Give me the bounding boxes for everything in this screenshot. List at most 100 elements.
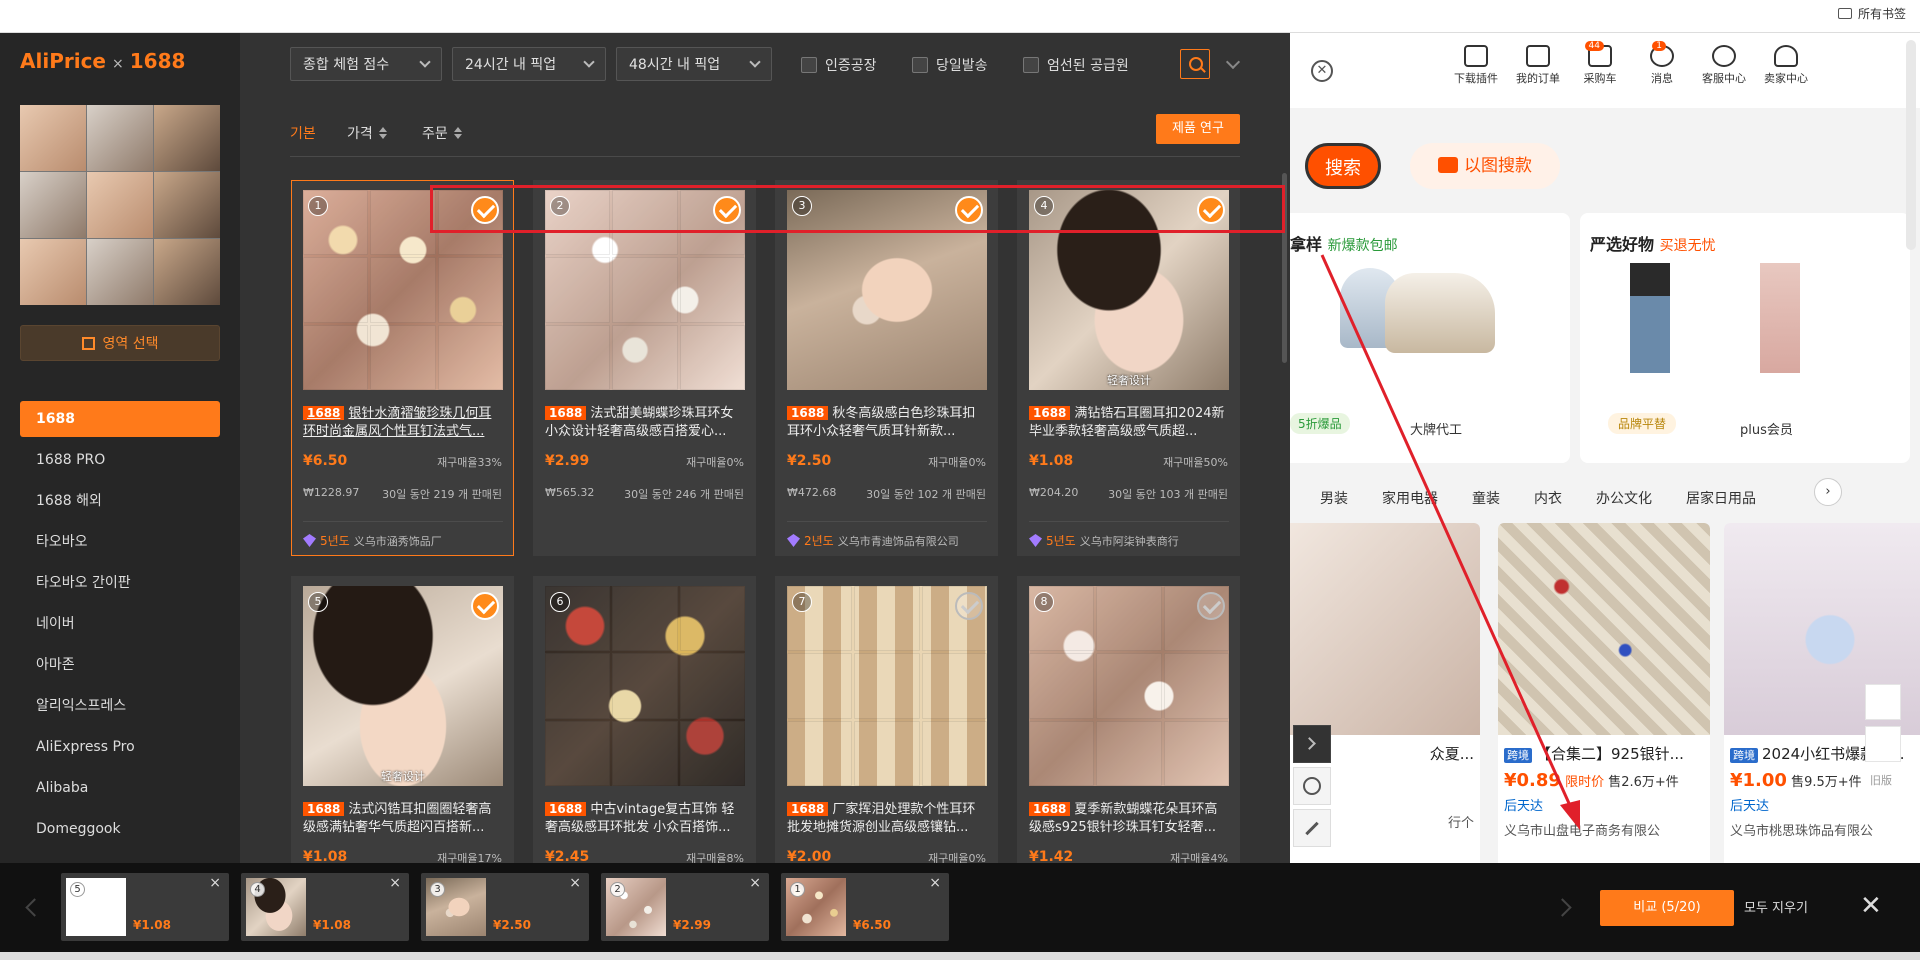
category-next-icon[interactable]: › bbox=[1814, 478, 1842, 506]
sort-orders[interactable]: 주문 bbox=[422, 123, 462, 143]
product-research-button[interactable]: 제품 연구 bbox=[1156, 114, 1240, 144]
unselected-check-icon[interactable] bbox=[955, 592, 983, 620]
platform-taobao[interactable]: 타오바오 bbox=[20, 524, 220, 565]
product-shop[interactable]: 5년도 义乌市阿柒钟表商行 bbox=[1029, 521, 1229, 549]
product-card-2[interactable]: 2 1688 法式甜美蝴蝶珍珠耳环女小众设计轻奢高级感百搭爱心... ¥2.99 … bbox=[533, 180, 756, 556]
bg-product-price: ¥0.89 bbox=[1504, 770, 1561, 791]
product-image[interactable]: 轻奢设计 bbox=[303, 586, 503, 786]
compare-slot-1[interactable]: 4 ¥1.08 × bbox=[241, 873, 409, 941]
platform-aliexpress-pro[interactable]: AliExpress Pro bbox=[20, 729, 220, 770]
filter-same-day-shipping[interactable]: 당일발송 bbox=[912, 55, 988, 75]
product-image[interactable] bbox=[545, 586, 745, 786]
chat-icon[interactable] bbox=[1293, 767, 1331, 805]
platform-alibaba[interactable]: Alibaba bbox=[20, 770, 220, 811]
header-link-seller[interactable]: 卖家中心 bbox=[1755, 45, 1817, 86]
old-version-link[interactable]: 旧版 bbox=[1870, 772, 1892, 788]
category-3[interactable]: 内衣 bbox=[1534, 488, 1562, 508]
product-title[interactable]: 1688 夏季新款蝴蝶花朵耳环高级感s925银针珍珠耳钉女轻奢... bbox=[1029, 800, 1229, 836]
product-title[interactable]: 1688 厂家挥泪处理款个性耳环批发地摊货源创业高级感镶钻... bbox=[787, 800, 987, 836]
header-link-orders[interactable]: 我的订单 bbox=[1507, 45, 1569, 86]
compare-slot-index: 2 bbox=[610, 882, 625, 897]
region-select-button[interactable]: 영역 선택 bbox=[20, 325, 220, 361]
platform-naver[interactable]: 네이버 bbox=[20, 606, 220, 647]
platform-1688-pro[interactable]: 1688 PRO bbox=[20, 442, 220, 483]
annotation-box bbox=[430, 185, 1285, 233]
bg-product-card-1[interactable]: 跨境 【合集二】925银针... ¥0.89 限时价 售2.6万+件 后天达 义乌… bbox=[1498, 523, 1710, 883]
product-title[interactable]: 1688 银针水滴褶皱珍珠几何耳环时尚金属风个性耳钉法式气... bbox=[303, 404, 503, 440]
filter-certified-factory[interactable]: 인증공장 bbox=[801, 55, 877, 75]
sort-dropdown[interactable]: 종합 체험 점수 bbox=[290, 47, 442, 81]
product-card-6[interactable]: 6 1688 中古vintage复古耳饰 轻奢高级感耳环批发 小众百搭饰... ¥… bbox=[533, 576, 756, 876]
header-link-service[interactable]: 客服中心 bbox=[1693, 45, 1755, 86]
image-search-button[interactable]: 以图搜款 bbox=[1410, 143, 1560, 189]
filter-search-icon[interactable] bbox=[1180, 49, 1210, 79]
product-title[interactable]: 1688 满钻锆石耳圈耳扣2024新毕业季款轻奢高级感气质超... bbox=[1029, 404, 1229, 440]
site-search-button[interactable]: 搜索 bbox=[1305, 143, 1381, 189]
selected-check-icon[interactable] bbox=[471, 592, 499, 620]
product-card-4[interactable]: 轻奢设计 4 1688 满钻锆石耳圈耳扣2024新毕业季款轻奢高级感气质超... … bbox=[1017, 180, 1240, 556]
category-1[interactable]: 家用电器 bbox=[1382, 488, 1438, 508]
unselected-check-icon[interactable] bbox=[1197, 592, 1225, 620]
pen-icon[interactable] bbox=[1293, 809, 1331, 847]
product-shop[interactable]: 2년도 义乌市青迪饰品有限公司 bbox=[787, 521, 987, 549]
chevron-down-icon bbox=[749, 56, 761, 68]
product-image[interactable] bbox=[787, 586, 987, 786]
compare-button[interactable]: 비교 (5/20) bbox=[1600, 890, 1734, 926]
product-card-1[interactable]: 1 1688 银针水滴褶皱珍珠几何耳环时尚金属风个性耳钉法式气... ¥6.50 … bbox=[291, 180, 514, 556]
chevron-right-icon[interactable] bbox=[1293, 725, 1331, 763]
compare-slot-3[interactable]: 2 ¥2.99 × bbox=[601, 873, 769, 941]
category-0[interactable]: 男装 bbox=[1320, 488, 1348, 508]
category-4[interactable]: 办公文化 bbox=[1596, 488, 1652, 508]
clear-all-button[interactable]: 모두 지우기 bbox=[1744, 897, 1808, 916]
edit-tool-icon[interactable] bbox=[1865, 726, 1901, 762]
bookmark-folder[interactable]: 所有书签 bbox=[1837, 5, 1906, 22]
product-title[interactable]: 1688 法式闪锆耳扣圈圈轻奢高级感满钻奢华气质超闪百搭新... bbox=[303, 800, 503, 836]
close-compare-icon[interactable]: ✕ bbox=[1860, 893, 1882, 919]
sort-price[interactable]: 가격 bbox=[347, 123, 387, 143]
platform-amazon[interactable]: 아마존 bbox=[20, 647, 220, 688]
jeans-image[interactable] bbox=[1630, 263, 1670, 373]
remove-icon[interactable]: × bbox=[749, 875, 761, 891]
header-link-cart[interactable]: 44 采购车 bbox=[1569, 41, 1631, 86]
product-card-5[interactable]: 轻奢设计 5 1688 法式闪锆耳扣圈圈轻奢高级感满钻奢华气质超闪百搭新... ¥… bbox=[291, 576, 514, 876]
expand-filters-icon[interactable] bbox=[1225, 54, 1241, 70]
dress-image[interactable] bbox=[1760, 263, 1800, 373]
compare-next-icon[interactable] bbox=[1553, 898, 1572, 917]
product-card-7[interactable]: 7 1688 厂家挥泪处理款个性耳环批发地摊货源创业高级感镶钻... ¥2.00 … bbox=[775, 576, 998, 876]
page-scrollbar[interactable] bbox=[1906, 40, 1916, 250]
compare-slot-4[interactable]: 1 ¥6.50 × bbox=[781, 873, 949, 941]
note-tool-icon[interactable] bbox=[1865, 684, 1901, 720]
checkbox-icon bbox=[801, 57, 817, 73]
product-title[interactable]: 1688 中古vintage复古耳饰 轻奢高级感耳环批发 小众百搭饰... bbox=[545, 800, 745, 836]
sort-default[interactable]: 기본 bbox=[290, 123, 316, 143]
filter-selected-suppliers[interactable]: 엄선된 공급원 bbox=[1023, 55, 1129, 75]
product-price: ¥2.50 bbox=[787, 453, 832, 469]
compare-slot-2[interactable]: 3 ¥2.50 × bbox=[421, 873, 589, 941]
platform-taobao-lite[interactable]: 타오바오 간이판 bbox=[20, 565, 220, 606]
compare-slot-0[interactable]: 5 ¥1.08 × bbox=[61, 873, 229, 941]
platform-domeggook[interactable]: Domeggook bbox=[20, 811, 220, 852]
product-title[interactable]: 1688 法式甜美蝴蝶珍珠耳环女小众设计轻奢高级感百搭爱心... bbox=[545, 404, 745, 440]
platform-1688-overseas[interactable]: 1688 해외 bbox=[20, 483, 220, 524]
header-link-messages[interactable]: 1 消息 bbox=[1631, 41, 1693, 86]
platform-1688[interactable]: 1688 bbox=[20, 401, 220, 437]
remove-icon[interactable]: × bbox=[929, 875, 941, 891]
remove-icon[interactable]: × bbox=[569, 875, 581, 891]
close-panel-icon[interactable]: ✕ bbox=[1311, 60, 1333, 82]
remove-icon[interactable]: × bbox=[209, 875, 221, 891]
product-shop[interactable]: 5년도 义乌市涵秀饰品厂 bbox=[303, 521, 503, 549]
product-title[interactable]: 1688 秋冬高级感白色珍珠耳扣耳环小众轻奢气质耳针新款... bbox=[787, 404, 987, 440]
shoe-image[interactable] bbox=[1385, 273, 1495, 353]
pickup-24h-dropdown[interactable]: 24시간 내 픽업 bbox=[452, 47, 606, 81]
product-image[interactable] bbox=[1029, 586, 1229, 786]
select-section-title: 严选好物 bbox=[1590, 235, 1655, 254]
product-card-3[interactable]: 3 1688 秋冬高级感白色珍珠耳扣耳环小众轻奢气质耳针新款... ¥2.50 재… bbox=[775, 180, 998, 556]
compare-prev-icon[interactable] bbox=[25, 898, 44, 917]
platform-aliexpress[interactable]: 알리익스프레스 bbox=[20, 688, 220, 729]
product-card-8[interactable]: 8 1688 夏季新款蝴蝶花朵耳环高级感s925银针珍珠耳钉女轻奢... ¥1.4… bbox=[1017, 576, 1240, 876]
remove-icon[interactable]: × bbox=[389, 875, 401, 891]
pickup-48h-dropdown[interactable]: 48시간 내 픽업 bbox=[616, 47, 772, 81]
header-link-plugin[interactable]: 下载插件 bbox=[1445, 45, 1507, 86]
category-5[interactable]: 居家日用品 bbox=[1686, 488, 1756, 508]
category-2[interactable]: 童装 bbox=[1472, 488, 1500, 508]
